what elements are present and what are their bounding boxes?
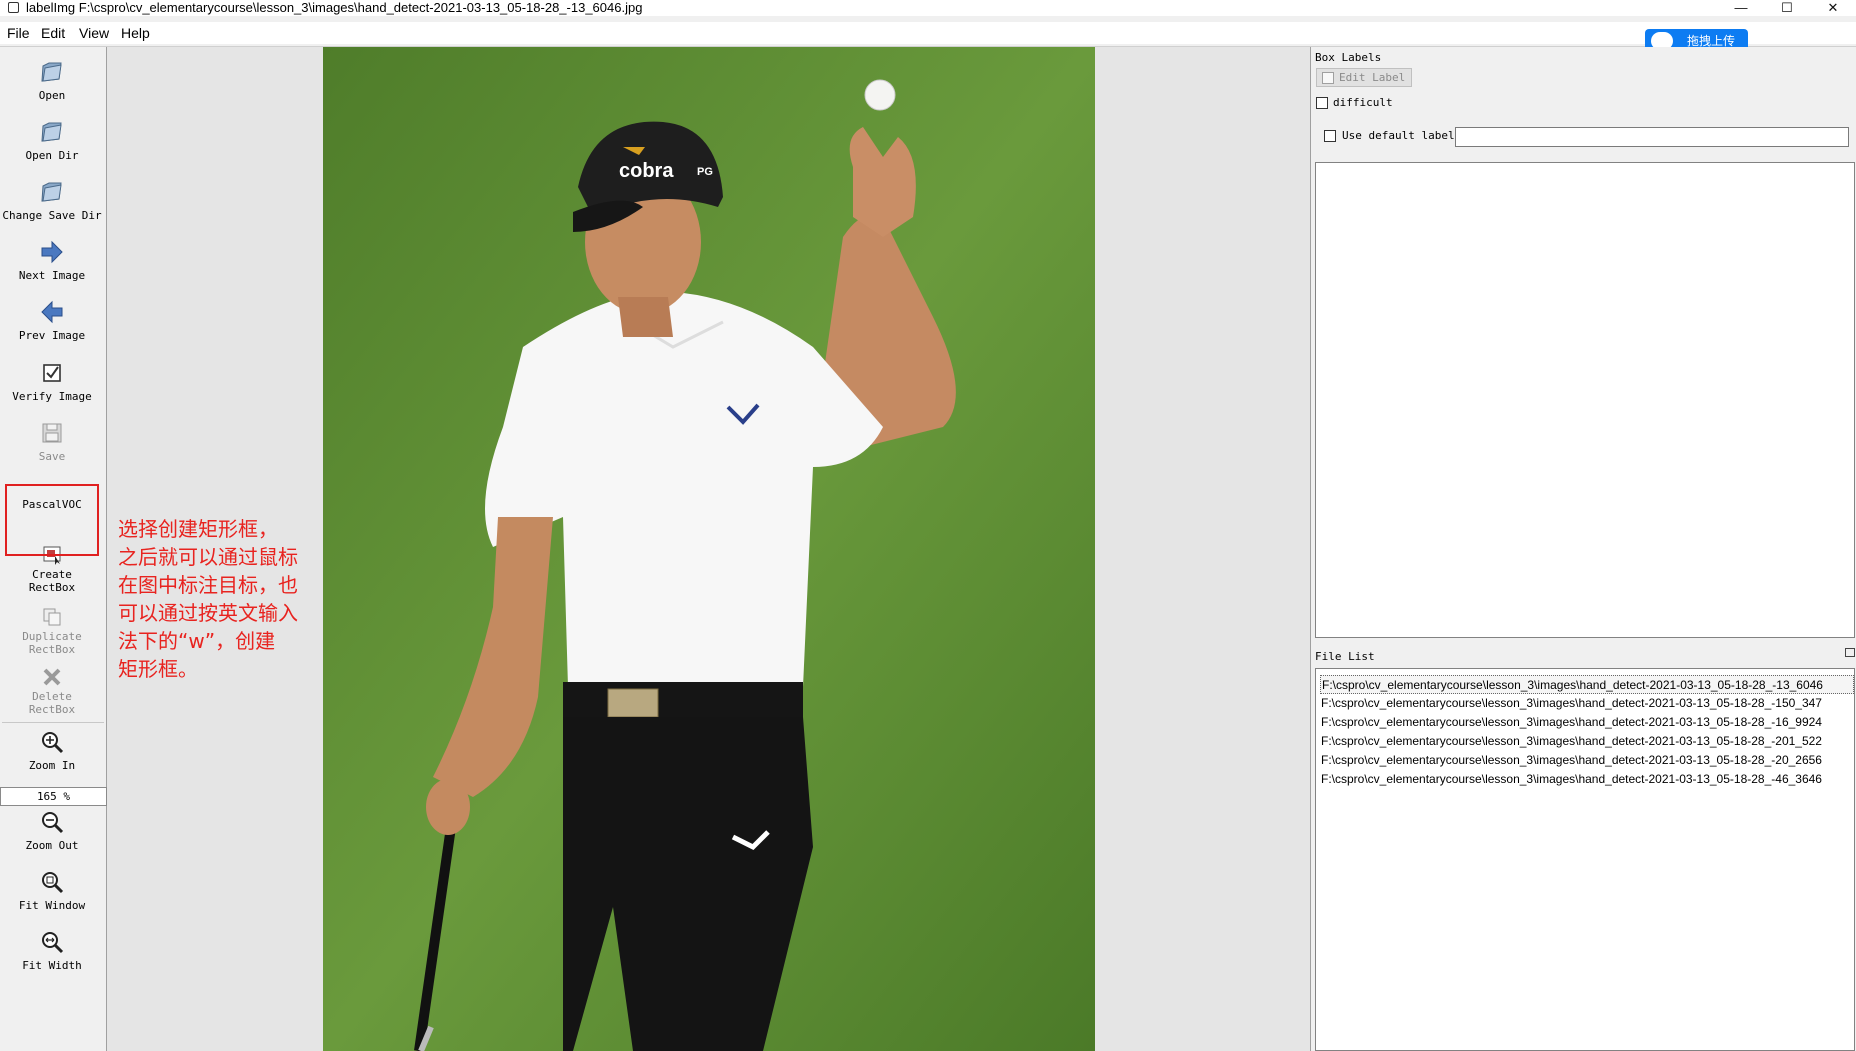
file-list-item[interactable]: F:\cspro\cv_elementarycourse\lesson_3\im… (1320, 713, 1854, 732)
verify-image-button[interactable]: Verify Image (0, 360, 104, 403)
fit-width-button[interactable]: Fit Width (0, 929, 104, 972)
zoom-out-icon (42, 812, 64, 834)
save-label: Save (38, 450, 66, 463)
file-list-item[interactable]: F:\cspro\cv_elementarycourse\lesson_3\im… (1320, 770, 1854, 789)
zoom-in-button[interactable]: Zoom In (0, 729, 104, 772)
golfer-image: cobra PG (323, 47, 1095, 1051)
edit-icon (1322, 72, 1334, 84)
cap-logo-text: cobra (619, 160, 674, 182)
app-icon (8, 2, 19, 13)
file-list-item[interactable]: F:\cspro\cv_elementarycourse\lesson_3\im… (1320, 675, 1854, 694)
arrow-left-icon (41, 300, 63, 324)
annotation-line: 选择创建矩形框， (118, 517, 278, 541)
create-rectbox-highlight (5, 484, 99, 556)
dock-float-icon[interactable] (1845, 648, 1855, 657)
zoom-out-label: Zoom Out (25, 839, 79, 852)
save-button[interactable]: Save (0, 420, 104, 463)
annotation-line: 法下的“w”，创建 (118, 629, 276, 653)
change-save-dir-button[interactable]: Change Save Dir (0, 179, 104, 222)
verify-image-label: Verify Image (12, 390, 92, 403)
menu-view[interactable]: View (79, 25, 109, 41)
minimize-button[interactable]: — (1718, 0, 1764, 16)
open-dir-label: Open Dir (25, 149, 79, 162)
title-bar: labelImg F:\cspro\cv_elementarycourse\le… (0, 0, 1856, 16)
prev-image-button[interactable]: Prev Image (0, 299, 104, 342)
fit-window-icon (42, 872, 64, 894)
folder-icon (41, 182, 62, 202)
default-label-input[interactable] (1455, 127, 1849, 147)
zoom-level-spinbox[interactable]: 165 % (0, 787, 107, 806)
file-list-item[interactable]: F:\cspro\cv_elementarycourse\lesson_3\im… (1320, 732, 1854, 751)
open-label: Open (38, 89, 66, 102)
menu-edit[interactable]: Edit (41, 25, 65, 41)
zoom-in-label: Zoom In (28, 759, 76, 772)
label-list[interactable] (1315, 162, 1855, 638)
box-labels-title: Box Labels (1315, 51, 1382, 64)
fit-window-label: Fit Window (18, 899, 86, 912)
arrow-right-icon (41, 240, 63, 264)
fit-window-button[interactable]: Fit Window (0, 869, 104, 912)
edit-label-button[interactable]: Edit Label (1316, 68, 1412, 87)
right-dock: Box Labels Edit Label difficult Use defa… (1310, 47, 1856, 1051)
save-icon (42, 423, 62, 443)
duplicate-rectbox-button[interactable]: Duplicate RectBox (0, 606, 104, 656)
fit-width-label: Fit Width (22, 959, 82, 972)
duplicate-rectbox-label-1: Duplicate (22, 630, 82, 643)
menu-bar: File Edit View Help (0, 22, 1856, 44)
create-rectbox-label-1: Create (32, 568, 72, 581)
fit-width-icon (42, 932, 64, 954)
duplicate-icon (43, 608, 61, 626)
prev-image-label: Prev Image (18, 329, 86, 342)
close-button[interactable]: ✕ (1810, 0, 1856, 16)
folder-icon (41, 122, 62, 142)
annotation-line: 之后就可以通过鼠标 (118, 545, 298, 569)
file-list-title: File List (1315, 650, 1375, 663)
annotation-line: 在图中标注目标，也 (118, 573, 298, 597)
file-list-item[interactable]: F:\cspro\cv_elementarycourse\lesson_3\im… (1320, 694, 1854, 713)
golfer-photo[interactable]: cobra PG (323, 47, 1095, 1051)
zoom-out-button[interactable]: Zoom Out (0, 809, 104, 852)
delete-icon (43, 668, 61, 686)
delete-rectbox-label-1: Delete (32, 690, 72, 703)
create-rectbox-label-2: RectBox (28, 581, 76, 594)
annotation-line: 矩形框。 (118, 657, 198, 681)
file-list-item[interactable]: F:\cspro\cv_elementarycourse\lesson_3\im… (1320, 751, 1854, 770)
open-button[interactable]: Open (0, 59, 104, 102)
edit-label-text: Edit Label (1339, 71, 1406, 84)
cap-side-text: PG (697, 166, 713, 178)
maximize-button[interactable]: ☐ (1764, 0, 1810, 16)
open-dir-button[interactable]: Open Dir (0, 119, 104, 162)
difficult-checkbox[interactable] (1316, 97, 1328, 109)
change-save-dir-label: Change Save Dir (2, 209, 102, 222)
delete-rectbox-button[interactable]: Delete RectBox (0, 666, 104, 716)
menu-file[interactable]: File (7, 25, 30, 41)
zoom-in-icon (42, 732, 64, 754)
annotation-line: 可以通过按英文输入 (118, 601, 298, 625)
toolbar-separator (2, 722, 104, 723)
menu-help[interactable]: Help (121, 25, 150, 41)
difficult-label: difficult (1333, 96, 1393, 109)
use-default-label-label: Use default label (1342, 129, 1455, 142)
use-default-label-checkbox[interactable] (1324, 130, 1336, 142)
next-image-button[interactable]: Next Image (0, 239, 104, 282)
file-list[interactable]: F:\cspro\cv_elementarycourse\lesson_3\im… (1315, 668, 1855, 1051)
window-title: labelImg F:\cspro\cv_elementarycourse\le… (26, 0, 643, 15)
duplicate-rectbox-label-2: RectBox (28, 643, 76, 656)
delete-rectbox-label-2: RectBox (28, 703, 76, 716)
folder-icon (41, 62, 62, 82)
next-image-label: Next Image (18, 269, 86, 282)
annotation-text: 选择创建矩形框， 之后就可以通过鼠标 在图中标注目标，也 可以通过按英文输入 法… (118, 515, 318, 683)
checkbox-icon (43, 364, 61, 382)
